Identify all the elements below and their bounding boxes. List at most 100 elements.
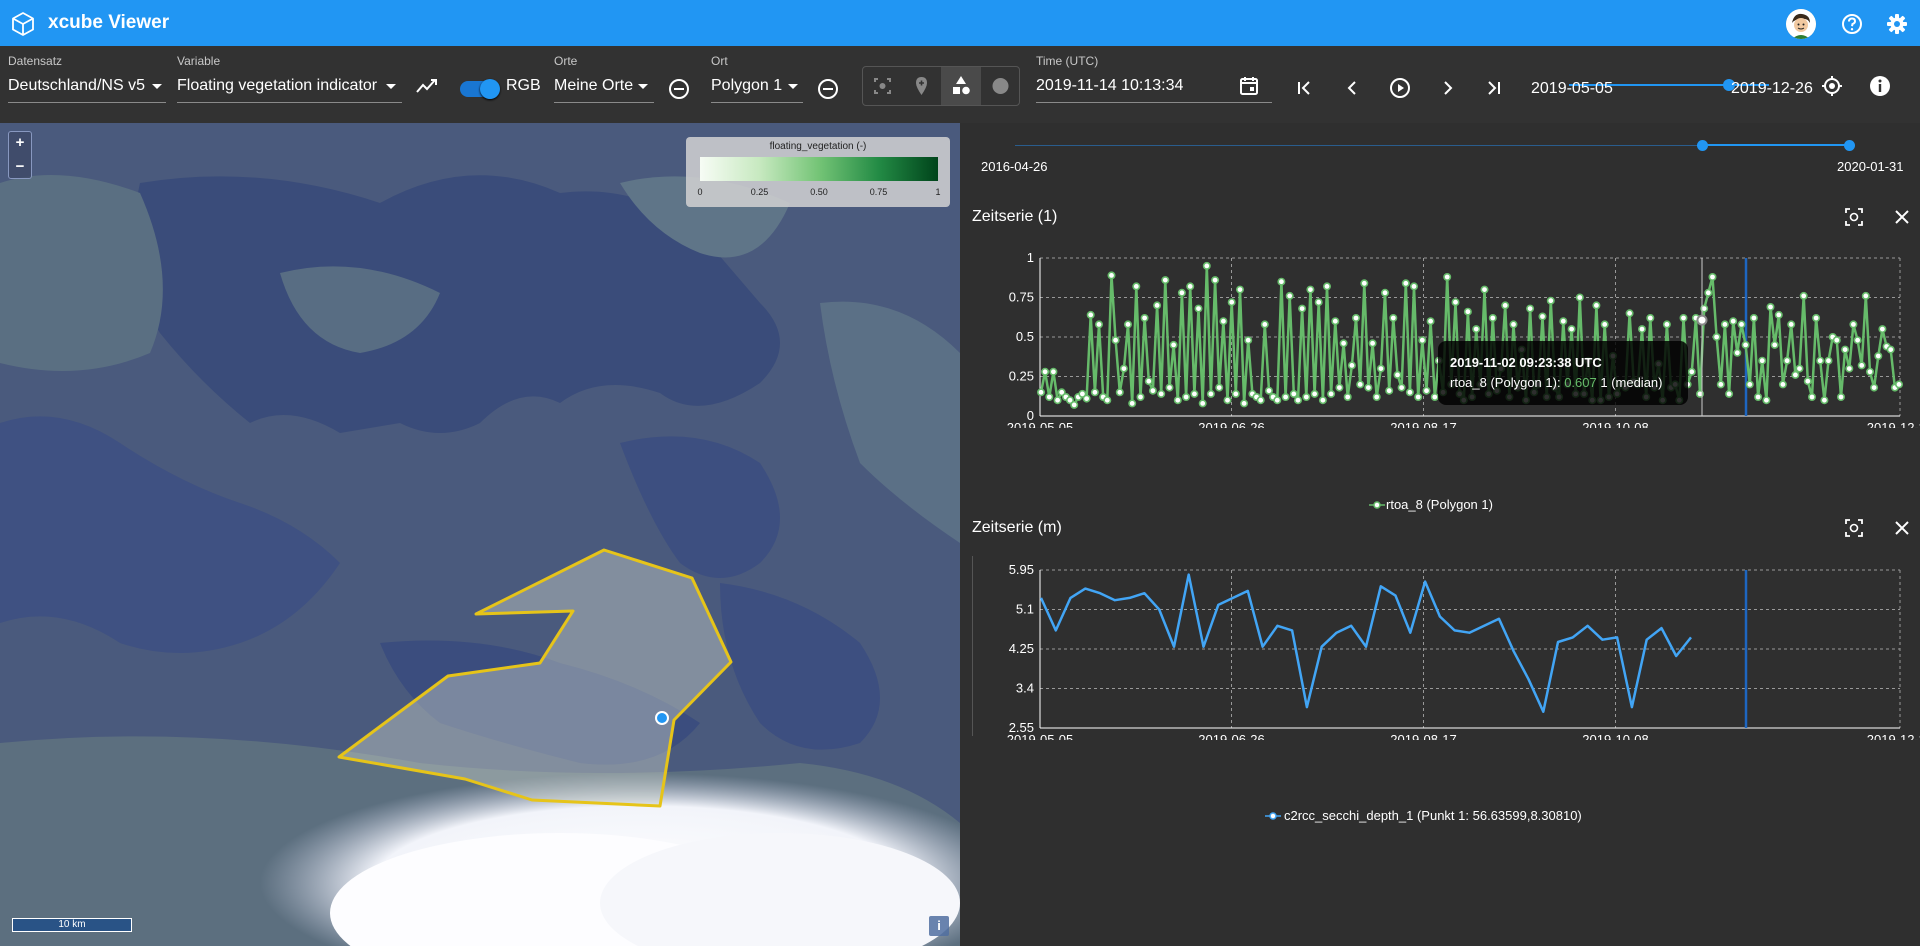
data-point	[1712, 333, 1721, 342]
dataset-value: Deutschland/NS v5	[8, 77, 145, 94]
data-point	[1799, 291, 1808, 300]
chevron-down-icon	[152, 84, 162, 89]
data-point	[1729, 317, 1738, 326]
tooltip-value: 0.607	[1564, 375, 1597, 390]
data-point	[1095, 320, 1104, 329]
x-tick-label: 2019-12-26	[1867, 420, 1920, 428]
data-point	[1045, 393, 1054, 402]
data-point	[1343, 393, 1352, 402]
y-tick-label: 0.5	[1016, 329, 1034, 344]
tooltip-date: 2019-11-02 09:23:38 UTC	[1450, 355, 1602, 370]
data-point	[1119, 364, 1128, 373]
help-icon[interactable]	[1837, 9, 1867, 39]
time-range-selection[interactable]	[1702, 144, 1850, 146]
data-point	[1733, 348, 1742, 357]
remove-place-icon[interactable]	[816, 77, 840, 101]
previous-step-icon[interactable]	[1342, 78, 1362, 98]
data-point	[1812, 314, 1821, 323]
data-point	[1443, 272, 1452, 281]
y-tick-label: 5.1	[1016, 602, 1034, 617]
last-step-icon[interactable]	[1484, 78, 1504, 98]
data-point	[1405, 388, 1414, 397]
remove-places-group-icon[interactable]	[667, 77, 691, 101]
data-point	[1335, 383, 1344, 392]
data-point	[1754, 393, 1763, 402]
data-point	[1865, 367, 1874, 376]
data-point	[1314, 298, 1323, 307]
satellite-map[interactable]	[0, 123, 960, 946]
polygon-tool-button[interactable]	[941, 67, 981, 105]
chart-2[interactable]: 2.553.44.255.15.952019-05-05 2019-06-26 20…	[960, 550, 1920, 740]
zoom-to-place-icon[interactable]	[1820, 74, 1844, 98]
map-view[interactable]: + − floating_vegetation (-) 0 0.25 0.50 0.7…	[0, 123, 960, 946]
range-end-thumb[interactable]	[1844, 140, 1855, 151]
zoom-in-button[interactable]: +	[9, 132, 31, 155]
calendar-icon[interactable]	[1238, 75, 1260, 97]
place-label: Ort	[711, 54, 728, 68]
point-tool-button[interactable]	[902, 67, 941, 105]
series-2-legend-label[interactable]: c2rcc_secchi_depth_1 (Punkt 1: 56.63599,…	[1284, 808, 1582, 823]
variable-label: Variable	[177, 54, 221, 68]
data-point	[1409, 282, 1418, 291]
slider-end-label: 2019-12-26	[1731, 80, 1813, 97]
first-step-icon[interactable]	[1294, 78, 1314, 98]
data-point	[1385, 386, 1394, 395]
x-tick-label: 2019-10-08	[1582, 420, 1649, 428]
data-point	[1198, 399, 1207, 408]
data-point	[1186, 282, 1195, 291]
data-point	[1820, 396, 1829, 405]
close-icon[interactable]	[1892, 207, 1912, 227]
toggle-knob	[480, 79, 500, 99]
colorbar-legend[interactable]: floating_vegetation (-) 0 0.25 0.50 0.75 1	[686, 137, 950, 207]
close-icon[interactable]	[1892, 518, 1912, 538]
colorbar-tick-label: 0.50	[810, 187, 828, 197]
data-point	[1845, 364, 1854, 373]
x-tick-label: 2019-05-05	[1007, 420, 1074, 428]
drawing-tools	[862, 66, 1020, 106]
attribution-info-button[interactable]: i	[929, 916, 949, 936]
data-point	[1148, 386, 1157, 395]
circle-tool-button[interactable]	[981, 67, 1020, 105]
data-point	[1380, 288, 1389, 297]
next-step-icon[interactable]	[1438, 78, 1458, 98]
select-tool-button[interactable]	[863, 67, 902, 105]
circle-icon	[992, 78, 1009, 94]
dataset-label: Datensatz	[8, 54, 63, 68]
data-point	[1849, 320, 1858, 329]
range-start-thumb[interactable]	[1697, 140, 1708, 151]
data-point	[1401, 279, 1410, 288]
rgb-toggle[interactable]	[460, 79, 500, 99]
data-point	[1090, 388, 1099, 397]
point-1-marker[interactable]	[655, 711, 669, 725]
data-point	[1575, 293, 1584, 302]
data-point	[1277, 277, 1286, 286]
settings-gear-icon[interactable]	[1882, 9, 1912, 39]
x-tick-label: 2019-08-17	[1390, 420, 1457, 428]
colorbar-tick-label: 1	[935, 187, 941, 197]
data-point	[1322, 282, 1331, 291]
data-point	[1202, 261, 1211, 270]
zoom-reset-icon[interactable]	[1844, 518, 1864, 538]
play-icon[interactable]	[1388, 76, 1412, 100]
zoom-out-button[interactable]: −	[9, 156, 31, 179]
range-start-label: 2016-04-26	[981, 159, 1048, 174]
data-point	[1289, 389, 1298, 398]
zoom-reset-icon[interactable]	[1844, 207, 1864, 227]
data-point	[1173, 396, 1182, 405]
add-timeseries-chart-icon[interactable]	[414, 76, 440, 96]
chevron-down-icon	[386, 84, 396, 89]
data-point	[1306, 285, 1315, 294]
select-frame-icon	[874, 78, 891, 94]
data-point	[1758, 356, 1767, 365]
range-end-label: 2020-01-31	[1837, 159, 1904, 174]
variable-value: Floating vegetation indicator	[177, 77, 378, 94]
data-point	[1165, 383, 1174, 392]
avatar[interactable]	[1786, 9, 1816, 39]
data-point	[1488, 314, 1497, 323]
data-point	[1351, 314, 1360, 323]
info-icon[interactable]	[1868, 74, 1892, 98]
series-1-legend-label[interactable]: rtoa_8 (Polygon 1)	[1386, 497, 1493, 512]
data-point	[1256, 396, 1265, 405]
data-point	[1227, 298, 1236, 307]
timeseries-panel: 2016-04-26 2020-01-31 Zeitserie (1) 0 0.2…	[960, 123, 1920, 946]
